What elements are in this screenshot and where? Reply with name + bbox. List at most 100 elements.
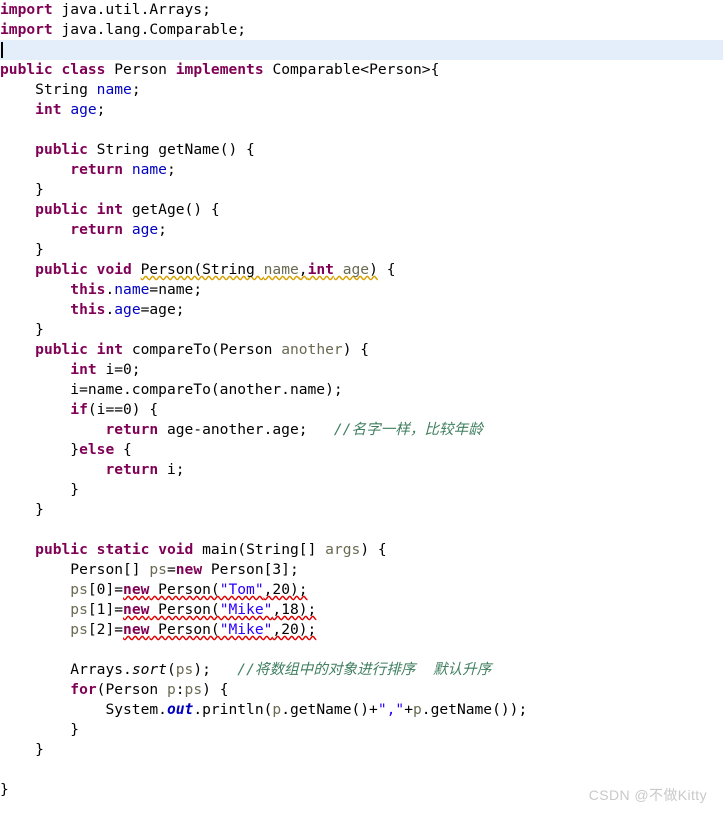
code-line-28[interactable]: public static void main(String[] args) { xyxy=(0,540,723,560)
code-line-14[interactable]: public void Person(String name,int age) … xyxy=(0,260,723,280)
token-keyword: new xyxy=(175,561,203,578)
token-local-var: p xyxy=(413,701,422,718)
token-call: ,18); xyxy=(272,601,317,618)
code-line-8[interactable]: public String getName() { xyxy=(0,140,723,160)
code-line-27[interactable] xyxy=(0,520,723,540)
code-line-33[interactable] xyxy=(0,640,723,660)
code-line-31[interactable]: ps[1]=new Person("Mike",18); xyxy=(0,600,723,620)
token-punct: . xyxy=(105,281,115,298)
code-line-3-current[interactable] xyxy=(0,40,723,60)
code-line-13[interactable]: } xyxy=(0,240,723,260)
code-line-12[interactable]: return age; xyxy=(0,220,723,240)
token-punct: . xyxy=(105,301,115,318)
code-line-34[interactable]: Arrays.sort(ps); //将数组中的对象进行排序 默认升序 xyxy=(0,660,723,680)
token-keyword: new xyxy=(123,601,150,618)
token-punct: , xyxy=(298,261,308,278)
code-line-32[interactable]: ps[2]=new Person("Mike",20); xyxy=(0,620,723,640)
token-brace: } xyxy=(35,321,44,338)
token-field: name xyxy=(96,81,132,98)
token-field: name xyxy=(114,281,150,298)
token-brace: ) { xyxy=(342,341,370,358)
text-caret xyxy=(1,42,3,58)
code-line-37[interactable]: } xyxy=(0,720,723,740)
token-keyword: public xyxy=(35,341,88,358)
code-editor[interactable]: import java.util.Arrays; import java.lan… xyxy=(0,0,723,819)
code-line-9[interactable]: return name; xyxy=(0,160,723,180)
code-line-35[interactable]: for(Person p:ps) { xyxy=(0,680,723,700)
token-static-method: sort xyxy=(131,661,167,678)
code-line-16[interactable]: this.age=age; xyxy=(0,300,723,320)
token-type: String xyxy=(35,81,88,98)
code-line-23[interactable]: }else { xyxy=(0,440,723,460)
code-line-22[interactable]: return age-another.age; //名字一样，比较年龄 xyxy=(0,420,723,440)
token-local-var: ps xyxy=(184,681,203,698)
code-text-area[interactable]: import java.util.Arrays; import java.lan… xyxy=(0,0,723,800)
token-text: =name; xyxy=(149,281,203,298)
token-brace: ) { xyxy=(360,541,387,558)
code-line-1[interactable]: import java.util.Arrays; xyxy=(0,0,723,20)
code-line-30[interactable]: ps[0]=new Person("Tom",20); xyxy=(0,580,723,600)
code-line-19[interactable]: int i=0; xyxy=(0,360,723,380)
token-field: age xyxy=(70,101,97,118)
token-parameter: name xyxy=(263,261,299,278)
token-text: age-another.age; xyxy=(158,421,334,438)
token-field: name xyxy=(131,161,167,178)
code-line-24[interactable]: return i; xyxy=(0,460,723,480)
token-keyword: int xyxy=(70,361,97,378)
code-line-29[interactable]: Person[] ps=new Person[3]; xyxy=(0,560,723,580)
token-keyword: void xyxy=(96,261,132,278)
token-parameter: args xyxy=(325,541,361,558)
token-punct: : xyxy=(175,681,185,698)
code-line-2[interactable]: import java.lang.Comparable; xyxy=(0,20,723,40)
token-local-var: ps xyxy=(175,661,194,678)
code-line-25[interactable]: } xyxy=(0,480,723,500)
code-line-5[interactable]: String name; xyxy=(0,80,723,100)
token-keyword: import xyxy=(0,21,53,38)
token-operator: = xyxy=(114,581,124,598)
token-brace: } xyxy=(35,741,44,758)
token-index: [2] xyxy=(87,621,115,638)
code-line-20[interactable]: i=name.compareTo(another.name); xyxy=(0,380,723,400)
code-line-7[interactable] xyxy=(0,120,723,140)
token-type: Person[] xyxy=(70,561,150,578)
code-line-39[interactable] xyxy=(0,760,723,780)
code-line-18[interactable]: public int compareTo(Person another) { xyxy=(0,340,723,360)
token-brace: ) { xyxy=(202,681,229,698)
code-line-6[interactable]: int age; xyxy=(0,100,723,120)
token-classname: Person xyxy=(114,61,167,78)
code-line-21[interactable]: if(i==0) { xyxy=(0,400,723,420)
code-line-11[interactable]: public int getAge() { xyxy=(0,200,723,220)
code-line-10[interactable]: } xyxy=(0,180,723,200)
code-line-15[interactable]: this.name=name; xyxy=(0,280,723,300)
token-brace: } xyxy=(0,781,9,798)
code-line-4[interactable]: public class Person implements Comparabl… xyxy=(0,60,723,80)
token-local-var: p xyxy=(272,701,282,718)
token-call: Person( xyxy=(149,581,220,598)
code-line-36[interactable]: System.out.println(p.getName()+","+p.get… xyxy=(0,700,723,720)
code-line-26[interactable]: } xyxy=(0,500,723,520)
token-string: "Tom" xyxy=(219,581,264,598)
token-keyword: static xyxy=(96,541,150,558)
token-operator: = xyxy=(114,621,124,638)
code-line-38[interactable]: } xyxy=(0,740,723,760)
token-keyword: int xyxy=(307,261,334,278)
token-string: "Mike" xyxy=(219,621,273,638)
code-line-17[interactable]: } xyxy=(0,320,723,340)
